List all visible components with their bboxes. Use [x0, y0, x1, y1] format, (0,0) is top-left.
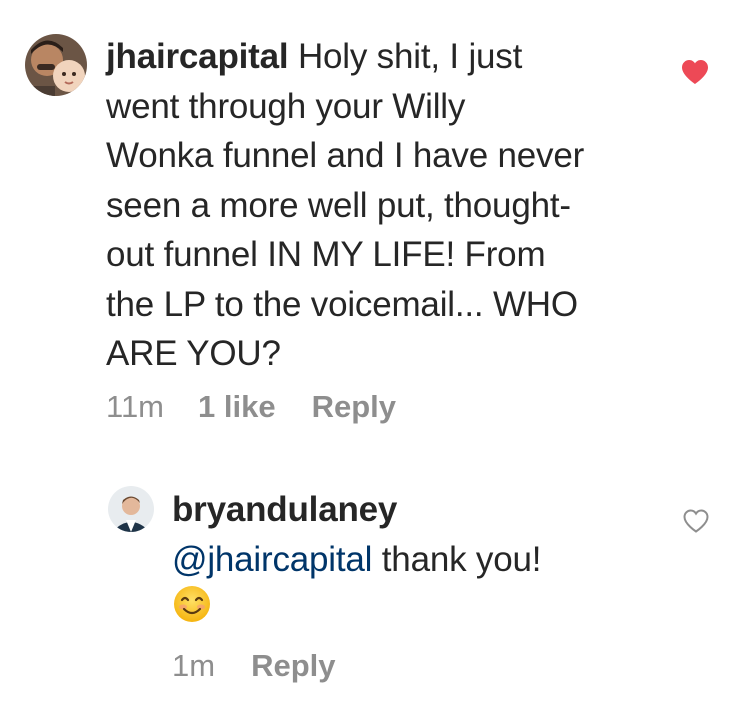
reply-line: [172, 584, 652, 638]
reply-meta: 1m Reply: [172, 648, 336, 684]
reply-text-block: bryandulaney @jhaircapital thank you!: [172, 485, 652, 638]
reply-button[interactable]: Reply: [312, 389, 396, 425]
heart-outline-icon[interactable]: [683, 509, 709, 533]
comment-line: the LP to the voicemail... WHO: [106, 284, 578, 324]
smiling-face-emoji: [172, 584, 212, 638]
heart-filled-icon[interactable]: [681, 59, 709, 85]
avatar-bryandulaney[interactable]: [108, 486, 154, 532]
reply-bryandulaney: bryandulaney @jhaircapital thank you! 1m…: [0, 470, 747, 703]
username-link[interactable]: jhaircapital: [106, 37, 289, 76]
comment-text-block: jhaircapital Holy shit, I just went thro…: [106, 32, 666, 379]
comment-line: seen a more well put, thought-: [106, 185, 571, 225]
timestamp: 11m: [106, 389, 165, 424]
reply-text: thank you!: [381, 539, 542, 579]
comment-line: jhaircapital Holy shit, I just: [106, 32, 666, 82]
likes-count[interactable]: 1 like: [198, 389, 276, 425]
avatar-jhaircapital[interactable]: [25, 34, 87, 96]
comment-jhaircapital: jhaircapital Holy shit, I just went thro…: [0, 0, 747, 440]
reply-line: @jhaircapital thank you!: [172, 535, 652, 585]
mention-link[interactable]: @jhaircapital: [172, 540, 372, 579]
reply-button[interactable]: Reply: [251, 648, 335, 684]
comment-meta: 11m 1 like Reply: [106, 389, 396, 425]
username-link[interactable]: bryandulaney: [172, 485, 652, 535]
comment-line: went through your Willy: [106, 86, 466, 126]
timestamp: 1m: [172, 648, 216, 683]
comment-line: Wonka funnel and I have never: [106, 136, 585, 175]
comment-text: Holy shit, I just: [297, 37, 523, 76]
comment-line: out funnel IN MY LIFE! From: [106, 235, 546, 274]
comment-line: ARE YOU?: [106, 334, 281, 373]
